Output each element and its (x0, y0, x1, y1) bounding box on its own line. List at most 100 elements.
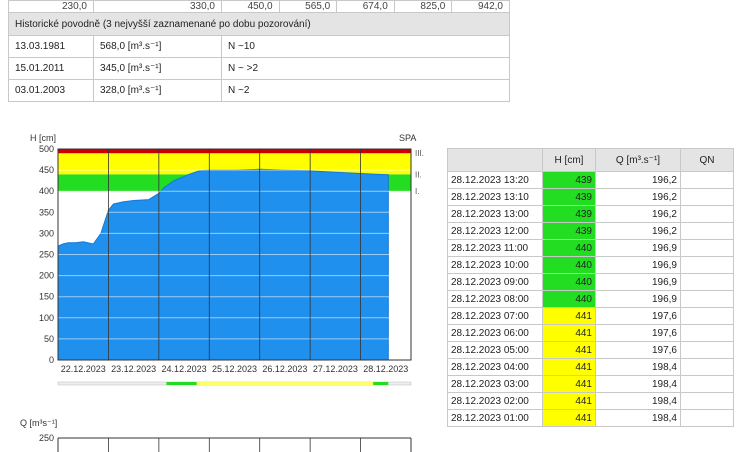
row-level: 441 (542, 375, 596, 393)
y-tick-label: 250 (39, 433, 54, 443)
historic-date: 13.03.1981 (8, 35, 94, 58)
table-row: 28.12.2023 03:00 441 198,4 (447, 375, 734, 393)
row-flow: 197,6 (595, 341, 681, 359)
row-datetime: 28.12.2023 07:00 (447, 307, 543, 325)
x-tick-label: 25.12.2023 (212, 364, 257, 374)
band-level-3 (58, 149, 411, 154)
row-level: 440 (542, 256, 596, 274)
table-row: 28.12.2023 13:20 439 196,2 (447, 171, 734, 189)
row-qn (680, 409, 734, 427)
row-qn (680, 307, 734, 325)
row-flow: 196,2 (595, 222, 681, 240)
row-datetime: 28.12.2023 10:00 (447, 256, 543, 274)
y-axis-label: Q [m³s⁻¹] (20, 418, 57, 428)
row-qn (680, 171, 734, 189)
historic-flow: 345,0 [m³.s⁻¹] (93, 57, 222, 80)
row-flow: 196,2 (595, 188, 681, 206)
row-level: 439 (542, 171, 596, 189)
x-tick-label: 28.12.2023 (363, 364, 408, 374)
header-q: Q [m³.s⁻¹] (595, 148, 681, 172)
row-level: 439 (542, 205, 596, 223)
table-row: 28.12.2023 02:00 441 198,4 (447, 392, 734, 410)
row-qn (680, 239, 734, 257)
row-flow: 198,4 (595, 392, 681, 410)
table-row: 28.12.2023 04:00 441 198,4 (447, 358, 734, 376)
row-flow: 196,9 (595, 239, 681, 257)
value-cell: 565,0 (278, 0, 338, 13)
value-cell: 330,0 (93, 0, 222, 13)
row-qn (680, 341, 734, 359)
row-qn (680, 375, 734, 393)
row-flow: 196,9 (595, 290, 681, 308)
y-tick-label: 400 (39, 186, 54, 196)
status-strip-green (373, 382, 389, 385)
status-strip-green (166, 382, 197, 385)
flow-chart: Q [m³s⁻¹] 250 (20, 418, 412, 452)
row-datetime: 28.12.2023 13:20 (447, 171, 543, 189)
y-tick-label: 50 (44, 334, 54, 344)
historic-date: 03.01.2003 (8, 79, 94, 102)
table-row: 28.12.2023 09:00 440 196,9 (447, 273, 734, 291)
row-datetime: 28.12.2023 06:00 (447, 324, 543, 342)
row-datetime: 28.12.2023 08:00 (447, 290, 543, 308)
table-row: 28.12.2023 12:00 439 196,2 (447, 222, 734, 240)
row-flow: 196,9 (595, 256, 681, 274)
x-tick-label: 27.12.2023 (313, 364, 358, 374)
table-row: 28.12.2023 07:00 441 197,6 (447, 307, 734, 325)
row-qn (680, 358, 734, 376)
row-qn (680, 290, 734, 308)
historic-n: N ~ >2 (221, 57, 510, 80)
row-level: 441 (542, 324, 596, 342)
value-cell: 230,0 (8, 0, 94, 13)
row-flow: 196,9 (595, 273, 681, 291)
row-datetime: 28.12.2023 01:00 (447, 409, 543, 427)
historic-row: 03.01.2003 328,0 [m³.s⁻¹] N ~2 (8, 79, 510, 102)
y-tick-label: 100 (39, 313, 54, 323)
row-qn (680, 273, 734, 291)
y-tick-label: 350 (39, 207, 54, 217)
value-cell: 674,0 (336, 0, 395, 13)
spa-label: SPA (399, 133, 416, 143)
value-cell: 825,0 (393, 0, 453, 13)
table-row: 28.12.2023 10:00 440 196,9 (447, 256, 734, 274)
historic-date: 15.01.2011 (8, 57, 94, 80)
row-datetime: 28.12.2023 13:00 (447, 205, 543, 223)
value-cell: 450,0 (221, 0, 280, 13)
row-level: 440 (542, 273, 596, 291)
row-qn (680, 324, 734, 342)
x-tick-label: 23.12.2023 (111, 364, 156, 374)
header-h: H [cm] (542, 148, 596, 172)
row-flow: 198,4 (595, 409, 681, 427)
status-strip-yellow (166, 382, 374, 385)
x-tick-label: 24.12.2023 (162, 364, 207, 374)
table-row: 28.12.2023 01:00 441 198,4 (447, 409, 734, 427)
x-tick-label: 26.12.2023 (262, 364, 307, 374)
row-flow: 196,2 (595, 205, 681, 223)
y-tick-label: 150 (39, 292, 54, 302)
row-qn (680, 222, 734, 240)
row-qn (680, 392, 734, 410)
row-level: 441 (542, 409, 596, 427)
threshold-label: I. (415, 187, 419, 196)
table-row: 28.12.2023 06:00 441 197,6 (447, 324, 734, 342)
table-row: 28.12.2023 05:00 441 197,6 (447, 341, 734, 359)
y-tick-label: 300 (39, 228, 54, 238)
y-tick-label: 200 (39, 271, 54, 281)
row-datetime: 28.12.2023 03:00 (447, 375, 543, 393)
header-qn: QN (680, 148, 734, 172)
row-flow: 198,4 (595, 375, 681, 393)
flood-info-table: 230,0 330,0 450,0 565,0 674,0 825,0 942,… (8, 0, 510, 102)
row-qn (680, 256, 734, 274)
y-tick-label: 500 (39, 144, 54, 154)
x-tick-label: 22.12.2023 (61, 364, 106, 374)
row-qn (680, 205, 734, 223)
historic-row: 13.03.1981 568,0 [m³.s⁻¹] N ~10 (8, 35, 510, 58)
row-flow: 196,2 (595, 171, 681, 189)
row-flow: 198,4 (595, 358, 681, 376)
historic-header-row: Historické povodně (3 nejvyšší zaznamena… (8, 12, 510, 36)
header-date (447, 148, 543, 172)
row-datetime: 28.12.2023 02:00 (447, 392, 543, 410)
historic-header: Historické povodně (3 nejvyšší zaznamena… (8, 12, 510, 36)
row-datetime: 28.12.2023 09:00 (447, 273, 543, 291)
y-axis-label: H [cm] (30, 133, 56, 143)
